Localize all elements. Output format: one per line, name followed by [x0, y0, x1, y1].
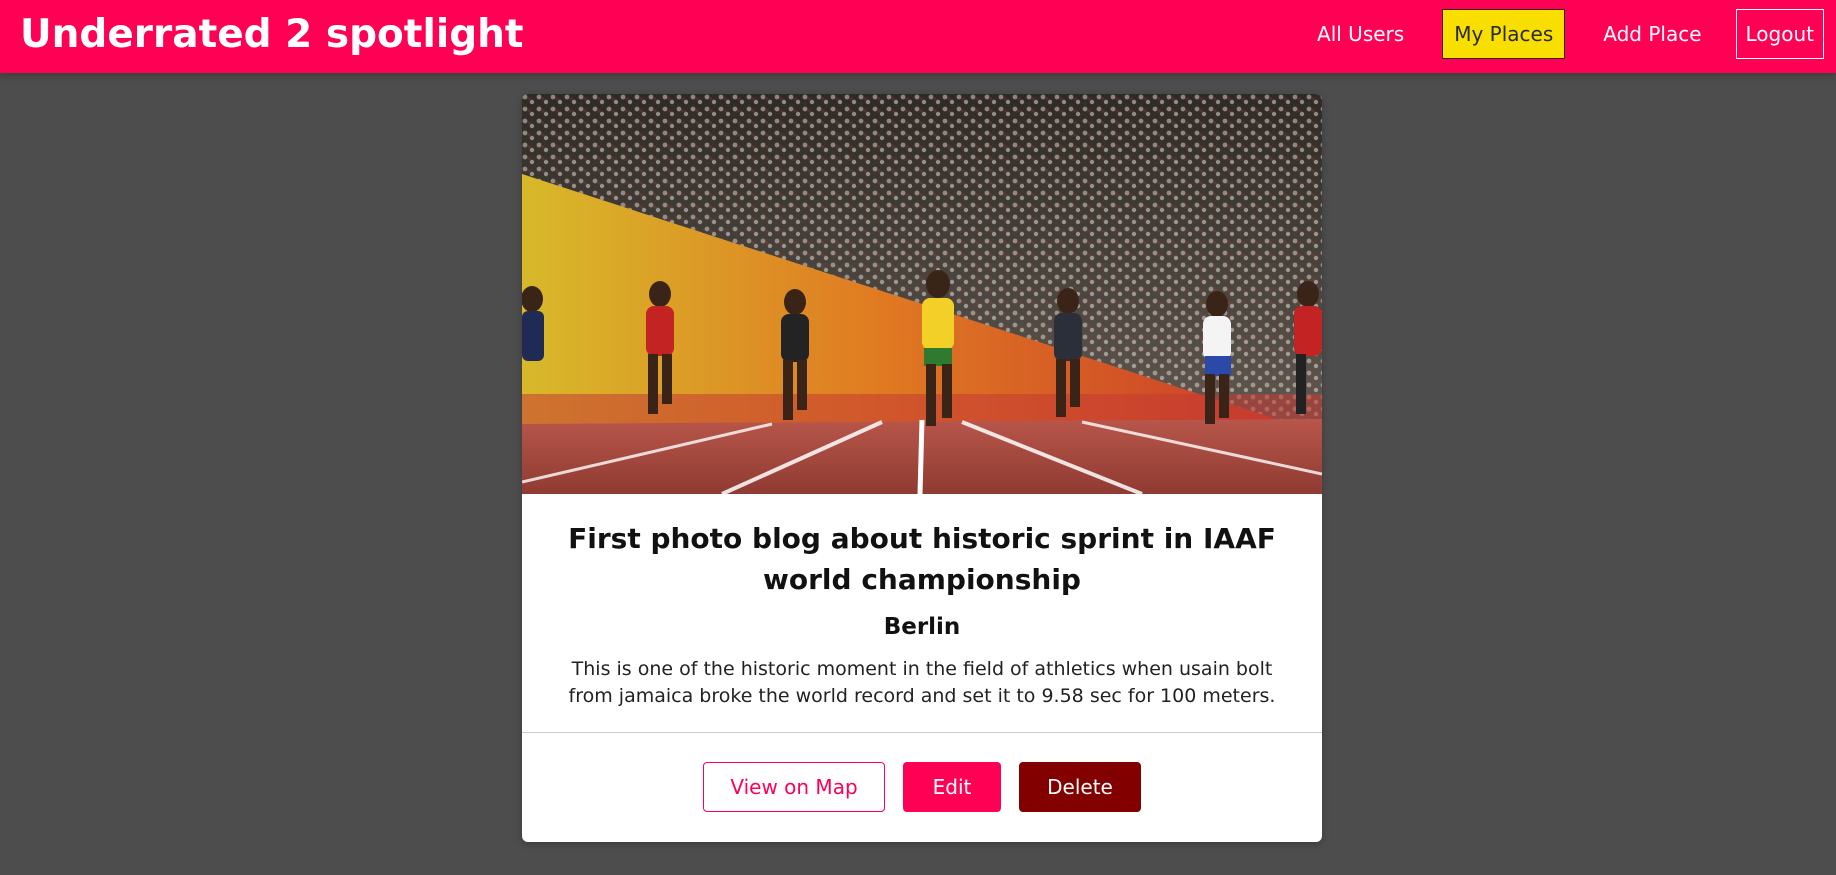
view-on-map-button[interactable]: View on Map	[703, 762, 885, 812]
place-card: First photo blog about historic sprint i…	[522, 94, 1322, 842]
nav-link-add-place[interactable]: Add Place	[1591, 9, 1713, 59]
app-title[interactable]: Underrated 2 spotlight	[20, 10, 524, 60]
nav-link-my-places[interactable]: My Places	[1442, 9, 1566, 59]
card-divider	[522, 732, 1322, 733]
main-header: Underrated 2 spotlight All Users My Plac…	[0, 0, 1836, 73]
nav-links: All Users My Places Add Place Logout	[1279, 9, 1824, 59]
place-description: This is one of the historic moment in th…	[568, 658, 1276, 707]
logout-button[interactable]: Logout	[1735, 9, 1824, 59]
delete-button[interactable]: Delete	[1019, 762, 1141, 812]
place-title: First photo blog about historic sprint i…	[568, 522, 1276, 596]
place-address: Berlin	[883, 614, 961, 640]
edit-button[interactable]: Edit	[903, 762, 1001, 812]
nav-link-all-users[interactable]: All Users	[1305, 9, 1416, 59]
place-info: First photo blog about historic sprint i…	[522, 494, 1322, 710]
place-actions: View on Map Edit Delete	[522, 762, 1322, 812]
place-image	[522, 94, 1322, 494]
